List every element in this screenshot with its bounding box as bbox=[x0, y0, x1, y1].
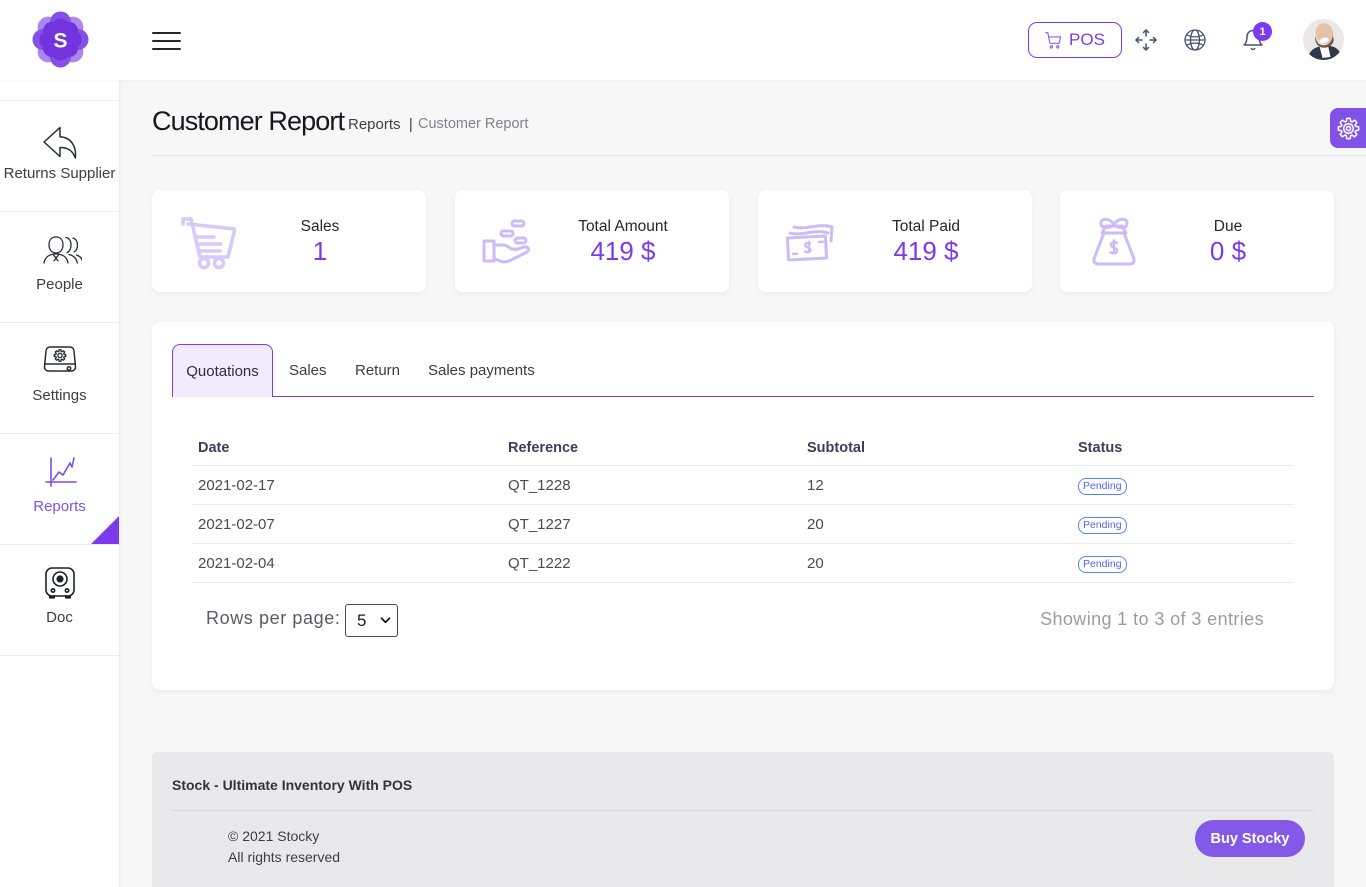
svg-text:S: S bbox=[53, 30, 67, 53]
